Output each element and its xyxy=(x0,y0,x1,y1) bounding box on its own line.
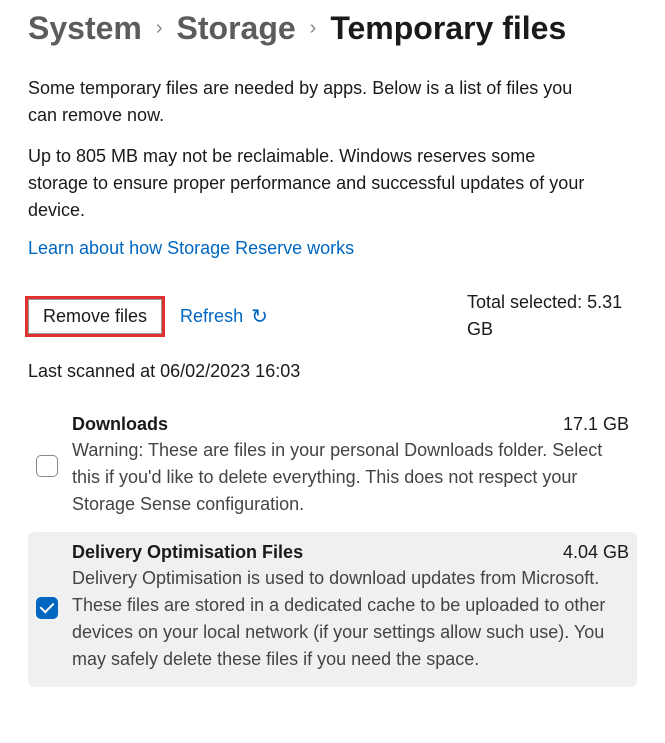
file-list: Downloads 17.1 GB Warning: These are fil… xyxy=(28,404,637,687)
chevron-right-icon: › xyxy=(310,17,317,40)
total-selected-label: Total selected: 5.31 GB xyxy=(467,289,637,343)
remove-files-button[interactable]: Remove files xyxy=(28,299,162,334)
action-row: Remove files Refresh ↻ Total selected: 5… xyxy=(28,289,637,343)
file-item-downloads[interactable]: Downloads 17.1 GB Warning: These are fil… xyxy=(28,404,637,532)
breadcrumb-storage[interactable]: Storage xyxy=(177,10,296,47)
file-size: 17.1 GB xyxy=(563,414,629,435)
file-size: 4.04 GB xyxy=(563,542,629,563)
intro-text-1: Some temporary files are needed by apps.… xyxy=(28,75,588,129)
file-description: Warning: These are files in your persona… xyxy=(72,437,629,518)
chevron-right-icon: › xyxy=(156,17,163,40)
checkbox-delivery-optimisation[interactable] xyxy=(36,597,58,619)
last-scanned-label: Last scanned at 06/02/2023 16:03 xyxy=(28,361,637,382)
checkbox-downloads[interactable] xyxy=(36,455,58,477)
breadcrumb-system[interactable]: System xyxy=(28,10,142,47)
file-description: Delivery Optimisation is used to downloa… xyxy=(72,565,629,673)
file-item-delivery-optimisation[interactable]: Delivery Optimisation Files 4.04 GB Deli… xyxy=(28,532,637,687)
breadcrumb: System › Storage › Temporary files xyxy=(28,10,637,47)
refresh-label: Refresh xyxy=(180,306,243,327)
file-title: Delivery Optimisation Files xyxy=(72,542,303,563)
refresh-icon: ↻ xyxy=(251,304,268,329)
file-title: Downloads xyxy=(72,414,168,435)
refresh-button[interactable]: Refresh ↻ xyxy=(180,304,268,329)
intro-text-2: Up to 805 MB may not be reclaimable. Win… xyxy=(28,143,588,224)
breadcrumb-current: Temporary files xyxy=(330,10,566,47)
learn-storage-reserve-link[interactable]: Learn about how Storage Reserve works xyxy=(28,238,354,259)
